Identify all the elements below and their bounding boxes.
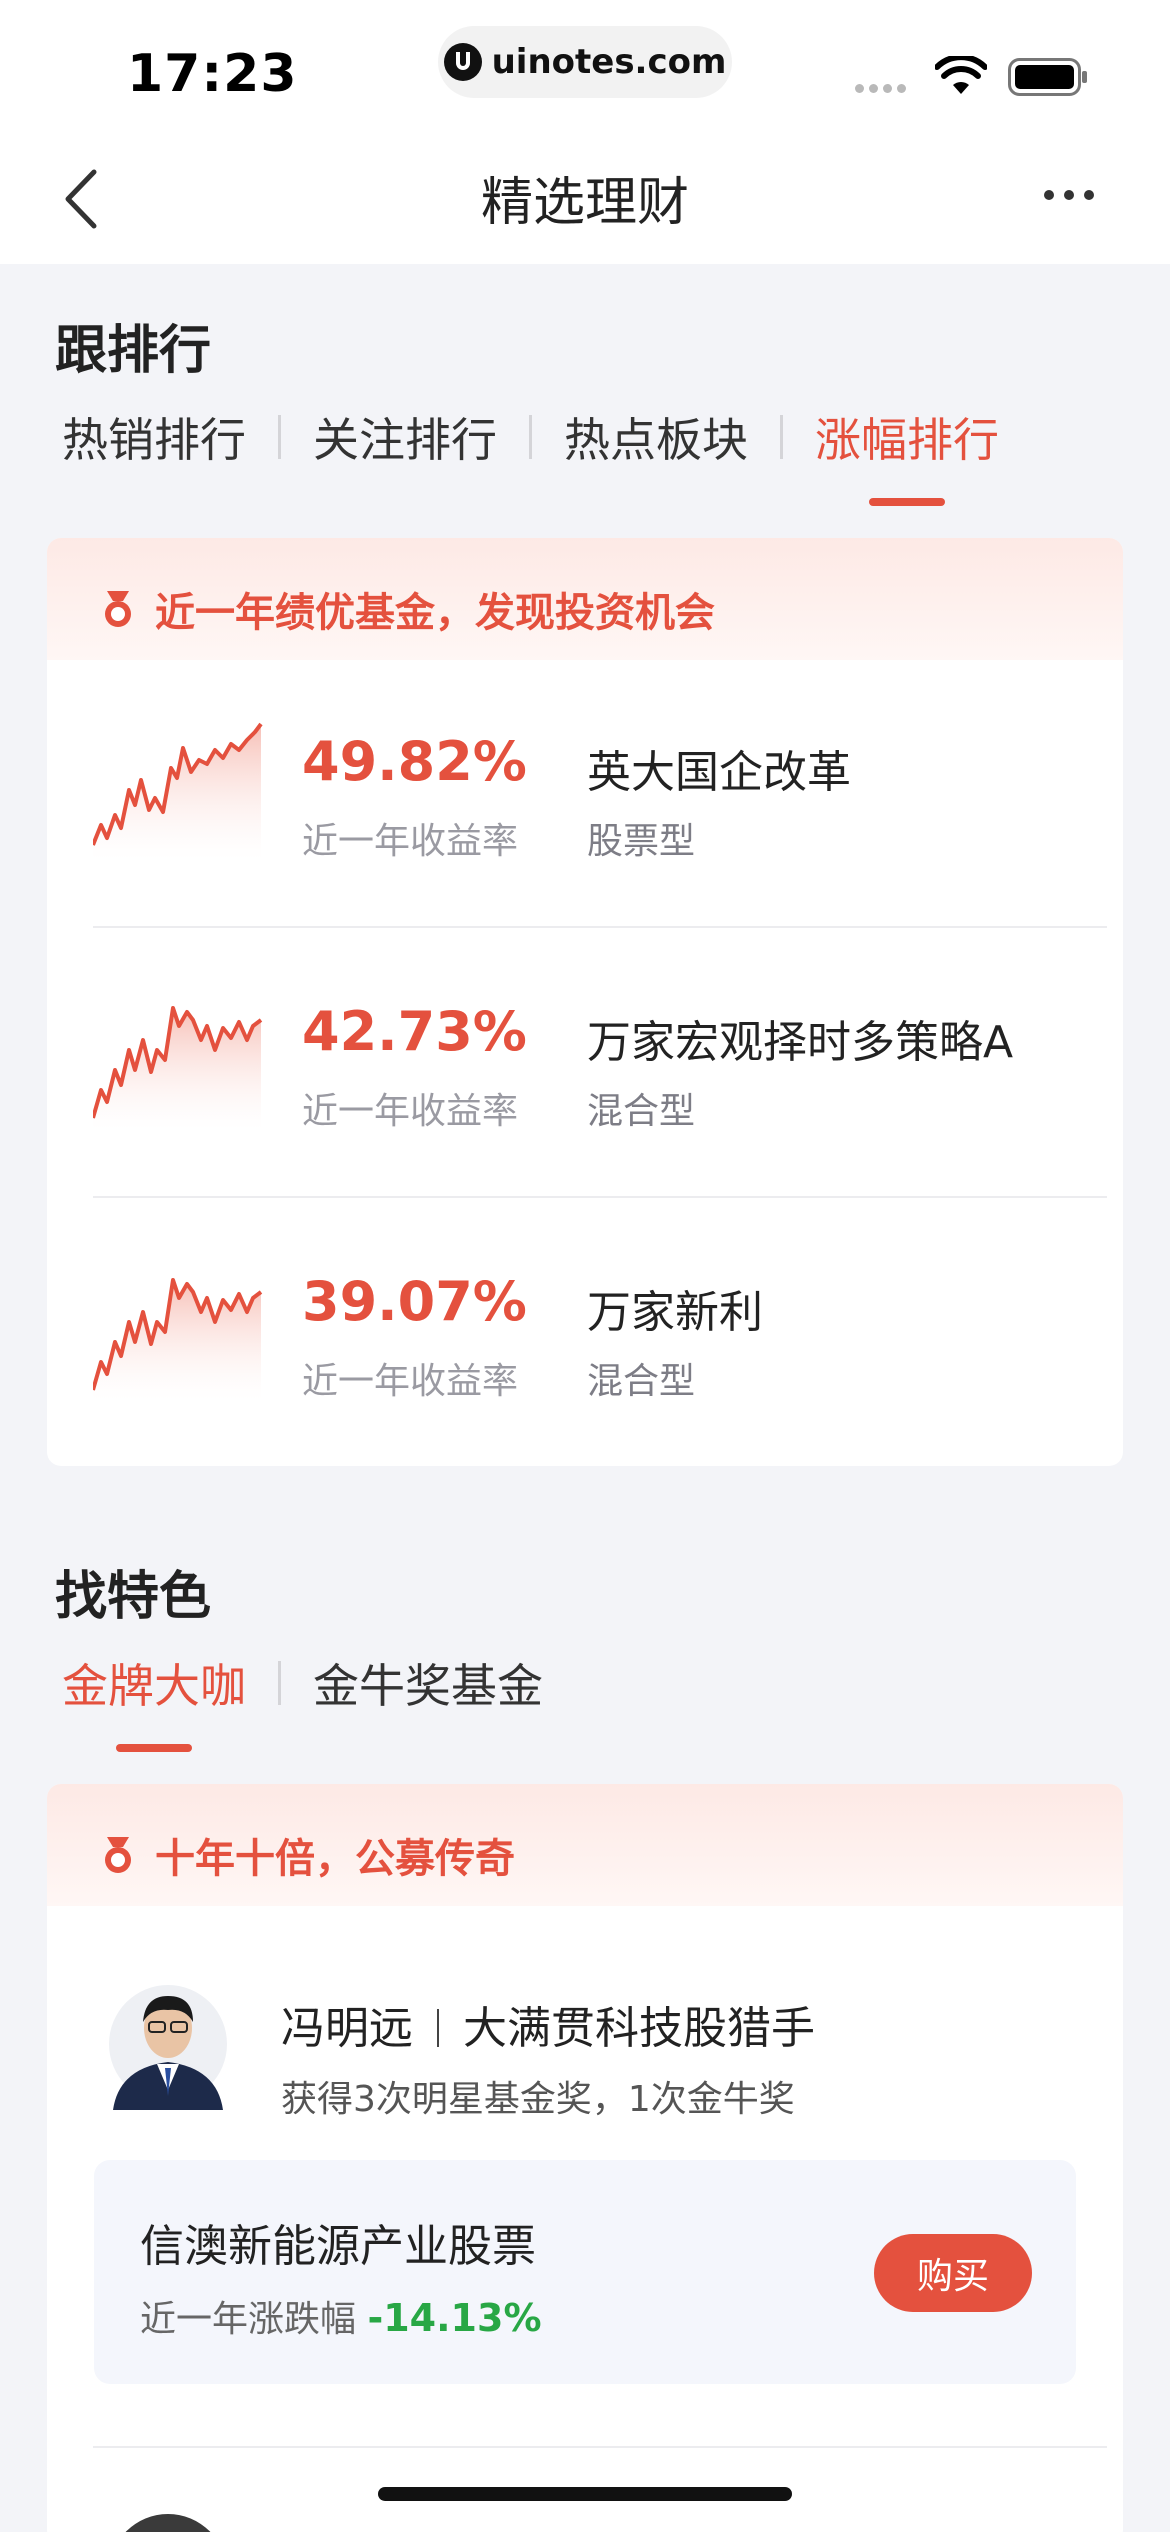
fund-type: 混合型 (587, 1361, 696, 1402)
fund-return: 49.82% (302, 730, 527, 793)
site-logo-icon (443, 43, 482, 81)
product-name: 信澳新能源产业股票 (140, 2221, 536, 2272)
fund-type: 混合型 (587, 1091, 696, 1132)
rank-tabs: 热销排行 关注排行 热点板块 涨幅排行 (62, 404, 999, 470)
fund-type: 股票型 (587, 821, 696, 862)
trend-sparkline (93, 1278, 263, 1400)
manager-card: 十年十倍，公募传奇 冯明远 大满贯科技股猎手 获得3次明星基金奖，1次金牛奖 信澳… (47, 1784, 1123, 2532)
fund-return: 42.73% (302, 1000, 527, 1063)
name-divider (437, 2009, 439, 2047)
row-divider (93, 1196, 1107, 1198)
url-pill[interactable]: uinotes.com (438, 26, 732, 98)
change-value: -14.13% (367, 2296, 542, 2340)
status-bar: 17:23 uinotes.com (0, 0, 1170, 140)
manager-name: 冯明远 (281, 2003, 413, 2054)
row-divider (93, 2446, 1107, 2448)
tab-top-gainers[interactable]: 涨幅排行 (815, 404, 999, 470)
medal-icon (105, 591, 131, 627)
feature-tabs: 金牌大咖 金牛奖基金 (62, 1650, 543, 1716)
fund-name: 英大国企改革 (587, 747, 851, 798)
product-change: 近一年涨跌幅 -14.13% (140, 2290, 542, 2342)
product-card[interactable]: 信澳新能源产业股票 近一年涨跌幅 -14.13% 购买 (94, 2160, 1076, 2384)
trend-sparkline (93, 1006, 263, 1130)
trend-sparkline (93, 722, 263, 860)
fund-return-label: 近一年收益率 (302, 1361, 519, 1402)
page-title: 精选理财 (480, 173, 689, 233)
tab-divider (278, 1661, 281, 1705)
fund-row[interactable]: 42.73% 近一年收益率 万家宏观择时多策略A 混合型 (47, 930, 1123, 1198)
tab-golden-bull-funds[interactable]: 金牛奖基金 (313, 1650, 543, 1716)
rank-section-title: 跟排行 (55, 321, 212, 381)
manager-headline[interactable]: 冯明远 大满贯科技股猎手 (281, 1992, 815, 2056)
tab-divider (529, 415, 532, 459)
feature-section-title: 找特色 (55, 1567, 212, 1627)
fund-row[interactable]: 39.07% 近一年收益率 万家新利 混合型 (47, 1200, 1123, 1466)
fund-row[interactable]: 49.82% 近一年收益率 英大国企改革 股票型 (47, 660, 1123, 928)
manager-tagline: 大满贯科技股猎手 (463, 2003, 815, 2054)
row-divider (93, 926, 1107, 928)
card-banner-text: 十年十倍，公募传奇 (155, 1836, 515, 1882)
tab-divider (278, 415, 281, 459)
buy-button[interactable]: 购买 (874, 2234, 1032, 2312)
manager-awards: 获得3次明星基金奖，1次金牛奖 (281, 2079, 795, 2120)
fund-return: 39.07% (302, 1270, 527, 1333)
more-options-icon[interactable] (1044, 190, 1094, 200)
cellular-signal-icon (855, 84, 906, 93)
fund-return-label: 近一年收益率 (302, 821, 519, 862)
status-time: 17:23 (127, 44, 298, 104)
change-label: 近一年涨跌幅 (140, 2299, 357, 2340)
medal-icon (105, 1837, 131, 1873)
tab-divider (780, 415, 783, 459)
next-manager-avatar[interactable] (109, 2514, 227, 2532)
tab-followed[interactable]: 关注排行 (313, 404, 497, 470)
fund-name: 万家新利 (587, 1287, 763, 1338)
fund-rank-card: 近一年绩优基金，发现投资机会 49.82% 近一年收益率 英大国企改革 股票型 (47, 538, 1123, 1466)
card-banner: 十年十倍，公募传奇 (47, 1784, 1123, 1906)
home-indicator[interactable] (378, 2487, 792, 2501)
wifi-icon (935, 56, 987, 94)
url-text: uinotes.com (491, 42, 727, 82)
card-banner: 近一年绩优基金，发现投资机会 (47, 538, 1123, 660)
manager-avatar[interactable] (109, 1978, 227, 2110)
fund-name: 万家宏观择时多策略A (587, 1017, 1014, 1068)
battery-icon (1008, 58, 1087, 96)
card-banner-text: 近一年绩优基金，发现投资机会 (155, 590, 715, 636)
tab-hot-sales[interactable]: 热销排行 (62, 404, 246, 470)
fund-return-label: 近一年收益率 (302, 1091, 519, 1132)
tab-hot-sectors[interactable]: 热点板块 (564, 404, 748, 470)
tab-star-managers[interactable]: 金牌大咖 (62, 1650, 246, 1716)
